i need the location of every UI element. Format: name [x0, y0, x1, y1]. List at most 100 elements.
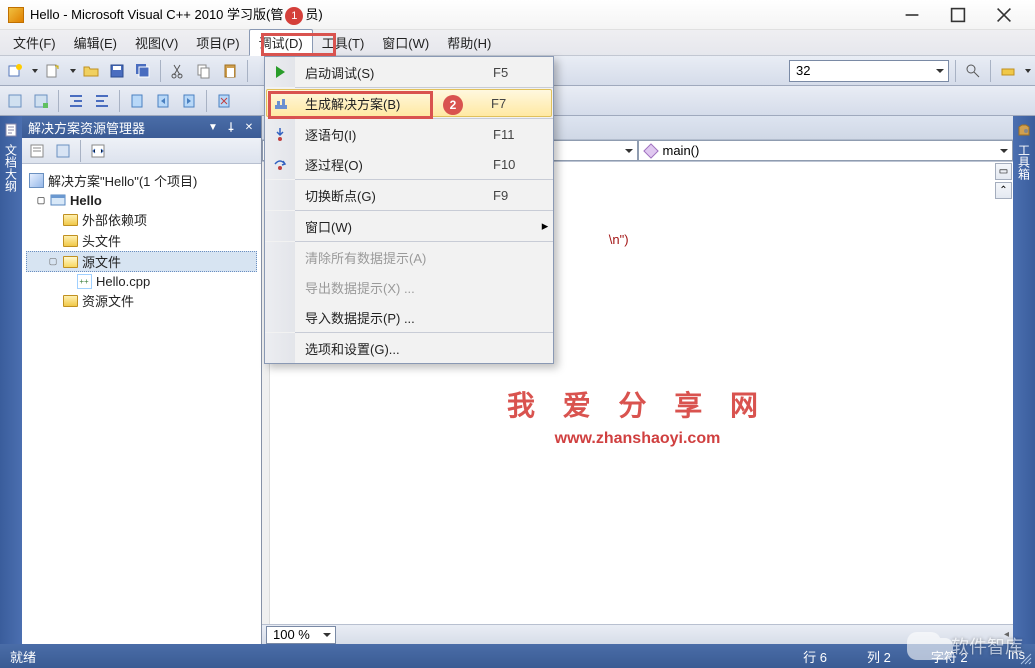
menuitem-windows[interactable]: 窗口(W) ▸ — [265, 211, 553, 241]
menuitem-export-tips: 导出数据提示(X) ... — [265, 272, 553, 302]
menu-view[interactable]: 视图(V) — [126, 30, 187, 55]
show-headers-button[interactable] — [4, 90, 26, 112]
title-text-suffix: 员) — [305, 7, 322, 22]
status-column: 列 2 — [867, 647, 891, 666]
split-button[interactable]: ▭ — [995, 163, 1012, 180]
dropdown-arrow-icon[interactable] — [32, 69, 38, 73]
solution-explorer-panel: 解决方案资源管理器 ▼ ✕ 解决方案"Hello"(1 个项目) ▢ Hello — [22, 116, 262, 644]
minimize-button[interactable] — [889, 0, 935, 30]
menu-file[interactable]: 文件(F) — [4, 30, 65, 55]
project-node[interactable]: ▢ Hello — [26, 191, 257, 209]
tree-folder-extdeps[interactable]: 外部依赖项 — [26, 209, 257, 230]
toolbar-separator — [119, 90, 120, 112]
menuitem-import-tips[interactable]: 导入数据提示(P) ... — [265, 302, 553, 332]
toolbar-separator — [990, 60, 991, 82]
toolbar-separator — [58, 90, 59, 112]
copy-button[interactable] — [193, 60, 215, 82]
toolbox-icon — [1016, 122, 1032, 138]
build-icon — [273, 95, 289, 111]
left-rail[interactable]: 文档大纲 — [0, 116, 22, 644]
menuitem-label: 选项和设置(G)... — [295, 339, 493, 358]
menuitem-toggle-breakpoint[interactable]: 切换断点(G) F9 — [265, 180, 553, 210]
expand-icon[interactable]: ▢ — [36, 195, 46, 205]
watermark: 我 爱 分 享 网 www.zhanshaoyi.com — [507, 384, 768, 448]
menuitem-step-into[interactable]: 逐语句(I) F11 — [265, 119, 553, 149]
title-bar: Hello - Microsoft Visual C++ 2010 学习版(管1… — [0, 0, 1035, 30]
menu-project[interactable]: 项目(P) — [187, 30, 248, 55]
menuitem-label: 启动调试(S) — [295, 63, 493, 82]
panel-pin-button[interactable] — [225, 121, 237, 133]
find-button[interactable] — [962, 60, 984, 82]
scope-combo-right[interactable]: main() — [638, 140, 1014, 161]
open-file-button[interactable] — [80, 60, 102, 82]
menuitem-label: 导入数据提示(P) ... — [295, 308, 493, 327]
add-item-button[interactable] — [42, 60, 64, 82]
indent-button[interactable] — [65, 90, 87, 112]
right-rail[interactable]: 工具箱 — [1013, 116, 1035, 644]
menuitem-step-over[interactable]: 逐过程(O) F10 — [265, 149, 553, 179]
new-project-button[interactable] — [4, 60, 26, 82]
menu-edit[interactable]: 编辑(E) — [65, 30, 126, 55]
close-button[interactable] — [981, 0, 1027, 30]
menuitem-start-debug[interactable]: 启动调试(S) F5 — [265, 57, 553, 87]
panel-options-button[interactable]: ▼ — [207, 121, 219, 133]
menuitem-shortcut: F5 — [493, 65, 553, 80]
prev-bookmark-button[interactable] — [152, 90, 174, 112]
view-code-button[interactable] — [87, 140, 109, 162]
outdent-button[interactable] — [91, 90, 113, 112]
nav-up-button[interactable]: ⌃ — [995, 182, 1012, 199]
tree-folder-sources[interactable]: ▢ 源文件 — [26, 251, 257, 272]
menu-window[interactable]: 窗口(W) — [373, 30, 438, 55]
resize-grip-icon — [1019, 652, 1033, 666]
maximize-button[interactable] — [935, 0, 981, 30]
extension-button[interactable] — [997, 60, 1019, 82]
menu-help[interactable]: 帮助(H) — [438, 30, 500, 55]
step-over-icon — [272, 156, 288, 172]
code-string: \n") — [609, 232, 629, 247]
window-title: Hello - Microsoft Visual C++ 2010 学习版(管1… — [30, 4, 889, 25]
solution-node[interactable]: 解决方案"Hello"(1 个项目) — [26, 170, 257, 191]
bookmark-button[interactable] — [126, 90, 148, 112]
show-all-button[interactable] — [52, 140, 74, 162]
annotation-2-icon: 2 — [443, 95, 463, 115]
editor-side-buttons: ▭ ⌃ — [995, 162, 1013, 624]
tree-folder-resources[interactable]: 资源文件 — [26, 290, 257, 311]
menu-tools[interactable]: 工具(T) — [313, 30, 374, 55]
tree-file-cpp[interactable]: ++ Hello.cpp — [26, 272, 257, 290]
toolbar-separator — [955, 60, 956, 82]
tree-folder-headers[interactable]: 头文件 — [26, 230, 257, 251]
title-text-prefix: Hello - Microsoft Visual C++ 2010 学习版(管 — [30, 7, 283, 22]
tree-label: Hello — [70, 193, 102, 208]
menuitem-shortcut: F11 — [493, 127, 553, 142]
paste-button[interactable] — [219, 60, 241, 82]
dropdown-arrow-icon[interactable] — [70, 69, 76, 73]
comment-button[interactable] — [30, 90, 52, 112]
step-into-icon — [272, 126, 288, 142]
tree-label: 资源文件 — [82, 291, 134, 310]
scroll-left-icon[interactable]: ◂ — [1004, 629, 1009, 640]
cut-button[interactable] — [167, 60, 189, 82]
save-all-button[interactable] — [132, 60, 154, 82]
menuitem-options[interactable]: 选项和设置(G)... — [265, 333, 553, 363]
next-bookmark-button[interactable] — [178, 90, 200, 112]
solution-tree[interactable]: 解决方案"Hello"(1 个项目) ▢ Hello 外部依赖项 头文件 ▢ — [22, 164, 261, 644]
menuitem-build-solution[interactable]: 生成解决方案(B) F7 — [266, 89, 552, 117]
platform-combo[interactable]: 32 — [789, 60, 949, 82]
expand-icon[interactable]: ▢ — [48, 257, 58, 267]
zoom-bar: 100 % ◂ — [262, 624, 1013, 644]
panel-close-button[interactable]: ✕ — [243, 121, 255, 133]
menu-debug[interactable]: 调试(D) — [249, 29, 313, 56]
menuitem-label: 切换断点(G) — [295, 186, 493, 205]
clear-bookmarks-button[interactable] — [213, 90, 235, 112]
menuitem-shortcut: F7 — [491, 96, 551, 111]
menu-bar: 文件(F) 编辑(E) 视图(V) 项目(P) 调试(D) 工具(T) 窗口(W… — [0, 30, 1035, 56]
play-icon — [272, 64, 288, 80]
toolbar-separator — [160, 60, 161, 82]
save-button[interactable] — [106, 60, 128, 82]
dropdown-arrow-icon[interactable] — [1025, 69, 1031, 73]
status-line: 行 6 — [803, 647, 827, 666]
menuitem-clear-tips: 清除所有数据提示(A) — [265, 242, 553, 272]
properties-button[interactable] — [26, 140, 48, 162]
watermark-text-1: 我 爱 分 享 网 — [507, 384, 768, 424]
zoom-combo[interactable]: 100 % — [266, 626, 336, 644]
